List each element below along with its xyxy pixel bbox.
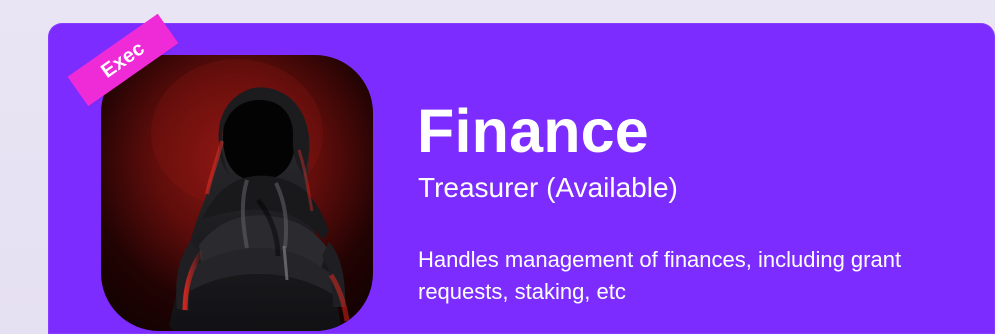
role-description: Handles management of finances, includin… (418, 247, 902, 304)
avatar-image (101, 55, 373, 331)
role-card: Exec Finance Treasurer (Available) Handl… (48, 13, 995, 334)
card-title: Finance (417, 97, 649, 165)
hooded-person-icon (151, 59, 350, 331)
page-background: Exec Finance Treasurer (Available) Handl… (0, 0, 995, 334)
role-subtitle: Treasurer (Available) (418, 172, 678, 203)
